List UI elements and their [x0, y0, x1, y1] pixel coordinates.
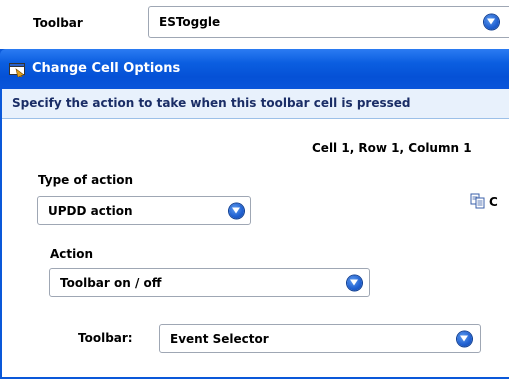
type-of-action-value: UPDD action	[48, 203, 133, 218]
toolbar-field-label: Toolbar:	[78, 331, 133, 345]
toolbar-label: Toolbar	[33, 16, 83, 30]
type-of-action-label: Type of action	[38, 173, 133, 187]
toolbar-field-select[interactable]: Event Selector	[159, 324, 481, 353]
copy-icon[interactable]	[470, 193, 486, 209]
toolbar-field-value: Event Selector	[170, 331, 269, 346]
toolbar-select[interactable]: ESToggle	[148, 6, 509, 38]
chevron-down-icon[interactable]	[347, 275, 362, 290]
action-value: Toolbar on / off	[60, 275, 162, 290]
copy-button-label[interactable]: C	[489, 195, 498, 209]
action-select[interactable]: Toolbar on / off	[49, 268, 370, 297]
chevron-down-icon[interactable]	[229, 203, 244, 218]
type-of-action-select[interactable]: UPDD action	[37, 196, 251, 225]
dialog-window-icon	[9, 63, 25, 77]
dialog-subtitle: Specify the action to take when this too…	[12, 96, 411, 110]
action-label: Action	[50, 247, 94, 261]
chevron-down-icon[interactable]	[457, 331, 472, 346]
chevron-down-icon[interactable]	[484, 14, 499, 30]
dialog-title: Change Cell Options	[32, 61, 181, 76]
toolbar-select-value: ESToggle	[159, 15, 221, 29]
cell-position-info: Cell 1, Row 1, Column 1	[312, 141, 472, 155]
